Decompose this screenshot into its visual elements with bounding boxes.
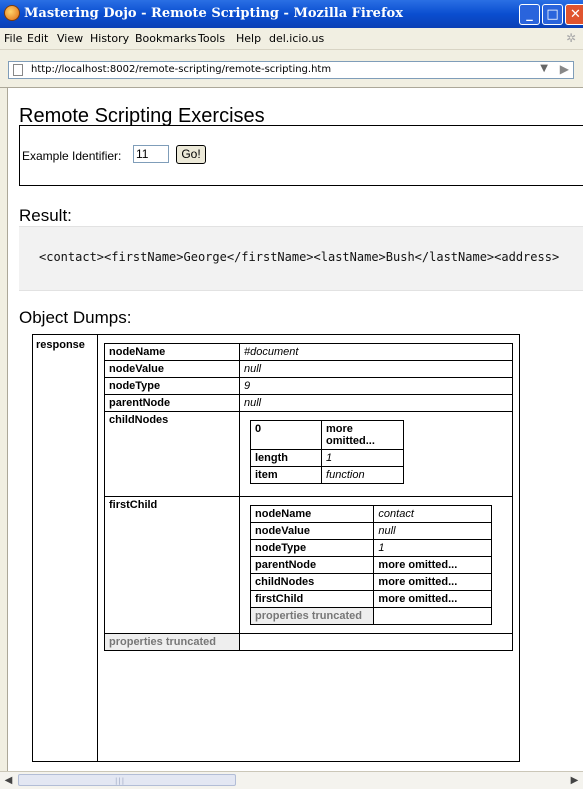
table-row: nodeName contact: [249, 505, 492, 523]
property-value: function: [321, 466, 404, 484]
result-box: <contact><firstName>George</firstName><l…: [19, 226, 583, 291]
page-content: Remote Scripting Exercises Example Ident…: [8, 88, 583, 771]
menu-view[interactable]: View: [57, 32, 83, 45]
property-value: 9: [239, 377, 513, 395]
property-key: childNodes: [104, 411, 240, 497]
property-value: more omitted...: [373, 590, 492, 608]
menu-file[interactable]: File: [4, 32, 22, 45]
property-key: length: [249, 449, 323, 467]
property-value: #document: [239, 343, 513, 361]
properties-truncated: properties truncated: [249, 607, 375, 625]
table-row: parentNode more omitted...: [249, 556, 492, 574]
table-row: item function: [249, 466, 404, 484]
empty-cell: [373, 607, 492, 625]
table-row: nodeType 9: [104, 377, 513, 395]
property-value: contact: [373, 505, 492, 523]
property-key: nodeValue: [249, 522, 375, 540]
menu-history[interactable]: History: [90, 32, 129, 45]
property-key: nodeType: [104, 377, 240, 395]
table-row: properties truncated: [104, 633, 513, 651]
example-form: Example Identifier: Go!: [19, 125, 583, 186]
table-row: firstChild nodeName contact nodeValue nu…: [104, 496, 513, 634]
scrollbar-thumb[interactable]: |||: [18, 774, 236, 786]
navigation-toolbar: http://localhost:8002/remote-scripting/r…: [0, 50, 583, 88]
table-row: nodeValue null: [249, 522, 492, 540]
firefox-icon: [4, 5, 20, 21]
property-key: nodeType: [249, 539, 375, 557]
grip-icon: |||: [115, 777, 126, 785]
property-key: nodeValue: [104, 360, 240, 378]
firstchild-table: nodeName contact nodeValue null nodeType…: [249, 505, 492, 625]
property-value: 1: [321, 449, 404, 467]
window-titlebar: Mastering Dojo - Remote Scripting - Mozi…: [0, 0, 583, 28]
table-row: 0 more omitted...: [249, 420, 404, 450]
property-value: 1: [373, 539, 492, 557]
property-key: item: [249, 466, 323, 484]
dump-root-key: response: [32, 334, 98, 762]
maximize-button[interactable]: □: [542, 4, 563, 25]
table-row: nodeType 1: [249, 539, 492, 557]
menu-bar: File Edit View History Bookmarks Tools H…: [0, 28, 583, 50]
property-key: firstChild: [104, 496, 240, 634]
example-identifier-input[interactable]: [133, 145, 169, 163]
horizontal-scrollbar[interactable]: ◀ ||| ▶: [0, 771, 583, 789]
table-row: properties truncated: [249, 607, 492, 625]
properties-truncated: properties truncated: [104, 633, 240, 651]
address-bar[interactable]: http://localhost:8002/remote-scripting/r…: [8, 61, 574, 79]
scroll-right-icon[interactable]: ▶: [568, 774, 581, 787]
property-value: more omitted...: [373, 556, 492, 574]
table-row: parentNode null: [104, 394, 513, 412]
property-value: null: [239, 394, 513, 412]
history-dropdown-icon[interactable]: ▼: [540, 63, 548, 74]
close-button[interactable]: ✕: [565, 4, 583, 25]
menu-bookmarks[interactable]: Bookmarks: [135, 32, 196, 45]
property-key: 0: [249, 420, 323, 450]
menu-edit[interactable]: Edit: [27, 32, 48, 45]
scroll-left-icon[interactable]: ◀: [2, 774, 15, 787]
property-value: 0 more omitted... length 1 item function: [239, 411, 513, 497]
table-row: firstChild more omitted...: [249, 590, 492, 608]
menu-delicious[interactable]: del.icio.us: [269, 32, 324, 45]
property-value: nodeName contact nodeValue null nodeType…: [239, 496, 513, 634]
property-key: parentNode: [104, 394, 240, 412]
table-row: childNodes more omitted...: [249, 573, 492, 591]
menu-tools[interactable]: Tools: [198, 32, 225, 45]
result-code: <contact><firstName>George</firstName><l…: [39, 250, 560, 264]
property-key: firstChild: [249, 590, 375, 608]
response-table: nodeName #document nodeValue null nodeTy…: [104, 343, 513, 651]
property-value: more omitted...: [373, 573, 492, 591]
go-arrow-icon[interactable]: ▶: [560, 62, 569, 76]
throbber-icon: ✲: [566, 31, 577, 45]
table-row: nodeValue null: [104, 360, 513, 378]
minimize-button[interactable]: _: [519, 4, 540, 25]
menu-help[interactable]: Help: [236, 32, 261, 45]
property-key: parentNode: [249, 556, 375, 574]
property-key: childNodes: [249, 573, 375, 591]
property-key: nodeName: [104, 343, 240, 361]
window-title: Mastering Dojo - Remote Scripting - Mozi…: [24, 6, 403, 21]
empty-cell: [239, 633, 513, 651]
property-key: nodeName: [249, 505, 375, 523]
dump-root-value: nodeName #document nodeValue null nodeTy…: [97, 334, 520, 762]
object-dump-table: response nodeName #document nodeValue nu…: [32, 334, 520, 762]
address-url[interactable]: http://localhost:8002/remote-scripting/r…: [31, 64, 331, 75]
property-value: more omitted...: [321, 420, 404, 450]
result-heading: Result:: [19, 206, 72, 225]
childnodes-table: 0 more omitted... length 1 item function: [249, 420, 404, 484]
property-value: null: [373, 522, 492, 540]
example-identifier-label: Example Identifier:: [22, 149, 122, 163]
table-row: nodeName #document: [104, 343, 513, 361]
page-icon: [13, 64, 23, 76]
window-left-border: [0, 88, 8, 771]
go-button[interactable]: Go!: [176, 145, 206, 164]
table-row: length 1: [249, 449, 404, 467]
property-value: null: [239, 360, 513, 378]
table-row: childNodes 0 more omitted... length 1 it…: [104, 411, 513, 497]
object-dumps-heading: Object Dumps:: [19, 308, 132, 327]
